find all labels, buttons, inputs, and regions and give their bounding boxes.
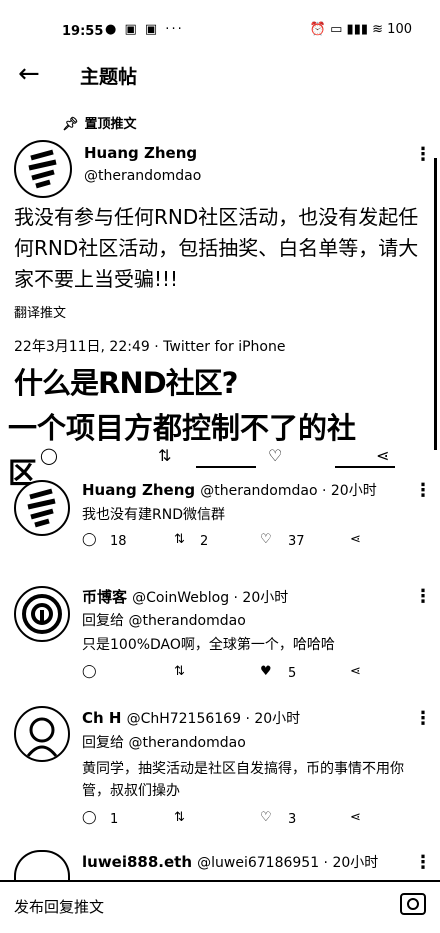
reply-author[interactable]: luwei888.eth: [82, 853, 192, 871]
share-icon[interactable]: ⋖: [350, 532, 361, 547]
back-arrow-icon[interactable]: ←: [18, 60, 40, 88]
reply-actions: ◯ 18 ⇅ 2 ♡ 37 ⋖: [82, 532, 382, 554]
more-options-icon[interactable]: ⋮: [414, 480, 432, 501]
reply-actions: ◯ 1 ⇅ ♡ 3 ⋖: [82, 810, 382, 832]
main-tweet-actions: ◯ ⇅ ♡ ⋖: [40, 446, 420, 468]
system-icons: ⏰ ▭ ▮▮▮ ≋ 100: [309, 22, 412, 37]
reply-icon[interactable]: ◯: [82, 664, 97, 679]
status-time: 19:55: [62, 24, 104, 39]
tweet-meta: 22年3月11日, 22:49 · Twitter for iPhone: [14, 339, 286, 355]
reply-compose-bar[interactable]: 发布回复推文: [0, 880, 440, 933]
avatar[interactable]: [14, 706, 70, 762]
reply-header: Ch H @ChH72156169 · 20小时: [82, 708, 412, 728]
reply-handle[interactable]: @luwei67186951 · 20小时: [197, 855, 378, 871]
reply-handle[interactable]: @CoinWeblog · 20小时: [132, 590, 288, 606]
reply-count: 1: [110, 812, 119, 827]
translate-link[interactable]: 翻译推文: [14, 302, 66, 321]
retweet-icon[interactable]: ⇅: [158, 446, 171, 465]
reply-author[interactable]: Ch H: [82, 709, 121, 727]
reply-icon[interactable]: ◯: [82, 810, 97, 825]
like-icon[interactable]: ♡: [260, 810, 272, 825]
reply-icon[interactable]: ◯: [40, 446, 58, 465]
retweet-count: 2: [200, 534, 209, 549]
reply-handle[interactable]: @ChH72156169 · 20小时: [127, 711, 301, 727]
divider: [335, 466, 395, 468]
more-options-icon[interactable]: ⋮: [414, 708, 432, 729]
overlay-caption-line2: 一个项目方都控制不了的社: [8, 411, 357, 445]
camera-icon[interactable]: [400, 893, 426, 915]
retweet-icon[interactable]: ⇅: [174, 810, 185, 825]
status-bar: 19:55 ● ▣ ▣ ··· ⏰ ▭ ▮▮▮ ≋ 100: [0, 0, 440, 60]
like-count: 37: [288, 534, 305, 549]
reply-header: Huang Zheng @therandomdao · 20小时: [82, 480, 412, 500]
like-count: 5: [288, 666, 297, 681]
pinned-label: 📌︎ 置顶推文: [62, 113, 137, 132]
author-handle[interactable]: @therandomdao: [84, 168, 201, 184]
reply-compose-label[interactable]: 发布回复推文: [14, 896, 104, 917]
reply-text: 只是100%DAO啊，全球第一个，哈哈哈: [82, 637, 335, 653]
reply-author[interactable]: 币博客: [82, 588, 127, 606]
more-options-icon[interactable]: ⋮: [414, 852, 432, 873]
avatar-image: [19, 145, 67, 193]
more-options-icon[interactable]: ⋮: [414, 144, 432, 165]
author-name[interactable]: Huang Zheng: [84, 144, 197, 162]
like-icon[interactable]: ♡: [260, 532, 272, 547]
pinned-text: 置顶推文: [84, 117, 137, 132]
avatar-image: [27, 488, 56, 528]
app-header: ← 主题帖: [0, 60, 440, 110]
like-icon[interactable]: ♡: [268, 446, 282, 465]
share-icon[interactable]: ⋖: [350, 810, 361, 825]
retweet-icon[interactable]: ⇅: [174, 664, 185, 679]
reply-handle[interactable]: @therandomdao · 20小时: [200, 483, 376, 499]
like-count: 3: [288, 812, 297, 827]
avatar[interactable]: [14, 586, 70, 642]
reply-header: 币博客 @CoinWeblog · 20小时: [82, 586, 412, 607]
replying-to[interactable]: 回复给 @therandomdao: [82, 732, 246, 752]
reply-actions: ◯ ⇅ ♥ 5 ⋖: [82, 664, 382, 686]
divider: [196, 466, 256, 468]
reply-text: 黄同学，抽奖活动是社区自发搞得，币的事情不用你管，叔叔们操办: [82, 761, 404, 799]
page-title: 主题帖: [80, 66, 138, 88]
scrollbar[interactable]: [434, 158, 437, 450]
like-icon[interactable]: ♥: [260, 664, 272, 679]
avatar[interactable]: [14, 480, 70, 536]
replying-to[interactable]: 回复给 @therandomdao: [82, 610, 246, 630]
reply-header: luwei888.eth @luwei67186951 · 20小时: [82, 852, 412, 872]
overlay-caption-line1: 什么是RND社区?: [14, 366, 238, 400]
more-options-icon[interactable]: ⋮: [414, 586, 432, 607]
tweet-text: 我没有参与任何RND社区活动，也没有发起任何RND社区活动，包括抽奖、白名单等，…: [14, 205, 419, 291]
avatar-image: [26, 717, 58, 757]
pin-icon: 📌︎: [62, 117, 79, 132]
retweet-icon[interactable]: ⇅: [174, 532, 185, 547]
reply-count: 18: [110, 534, 127, 549]
share-icon[interactable]: ⋖: [376, 446, 389, 465]
reply-icon[interactable]: ◯: [82, 532, 97, 547]
avatar-image: [22, 594, 62, 634]
reply-author[interactable]: Huang Zheng: [82, 481, 195, 499]
notification-icons: ● ▣ ▣ ···: [105, 22, 184, 37]
avatar[interactable]: [14, 140, 72, 198]
share-icon[interactable]: ⋖: [350, 664, 361, 679]
reply-text: 我也没有建RND微信群: [82, 507, 225, 523]
avatar[interactable]: [14, 850, 70, 882]
